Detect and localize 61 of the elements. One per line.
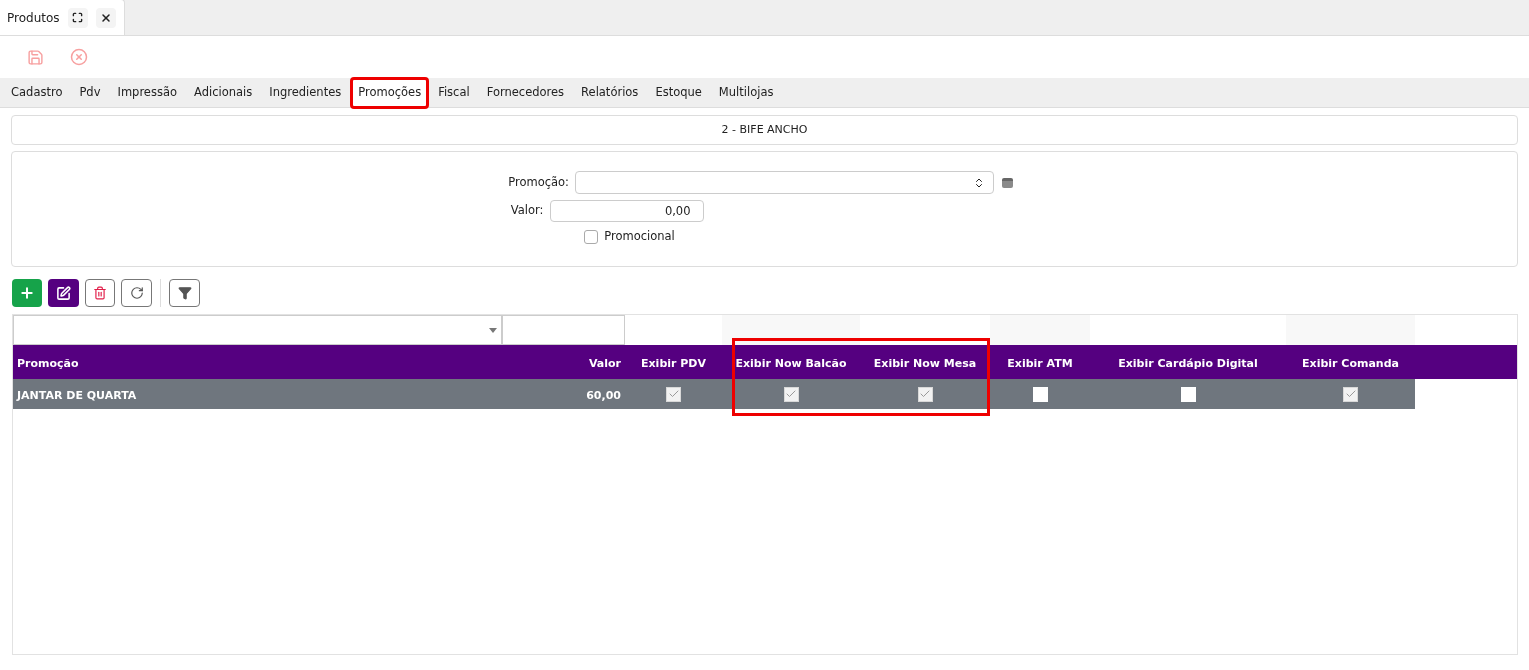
tab[interactable]: Pdv	[71, 76, 109, 109]
tab[interactable]: Ingredientes	[261, 76, 350, 109]
edit-icon	[56, 285, 71, 301]
filter-icon	[177, 286, 192, 300]
column-header: Exibir Now Mesa	[873, 357, 977, 370]
column-header: Exibir PDV	[641, 357, 706, 370]
table-row[interactable]: JANTAR DE QUARTA 60,00	[13, 379, 1415, 409]
delete-button[interactable]	[85, 279, 115, 307]
tab[interactable]: Cadastro	[3, 76, 71, 109]
checkbox[interactable]	[917, 386, 933, 402]
filter-button[interactable]	[169, 279, 200, 307]
checkbox[interactable]	[1343, 386, 1358, 402]
checkbox[interactable]	[666, 386, 681, 402]
close-button[interactable]	[95, 7, 116, 28]
filter-cell[interactable]	[722, 315, 860, 345]
maximize-button[interactable]	[67, 7, 88, 28]
table-cell: JANTAR DE QUARTA	[17, 389, 137, 402]
checkbox-label: Promocional	[604, 228, 675, 245]
filter-cell[interactable]	[990, 315, 1090, 345]
cancel-icon	[70, 48, 88, 66]
checkbox[interactable]	[584, 229, 599, 244]
checkbox[interactable]	[783, 386, 799, 402]
value-input[interactable]: 0,00	[549, 200, 704, 222]
column-header: Exibir Cardápio Digital	[1118, 357, 1258, 370]
column-header: Exibir Now Balcão	[735, 357, 847, 370]
check-icon	[1344, 388, 1357, 400]
refresh-icon	[129, 286, 144, 300]
tab[interactable]: Fiscal	[430, 76, 478, 109]
column-header: Exibir Comanda	[1302, 357, 1399, 370]
add-button[interactable]	[12, 279, 42, 307]
tab[interactable]: Impressão	[109, 76, 185, 109]
maximize-icon	[72, 12, 84, 23]
tab[interactable]: Relatórios	[573, 76, 647, 109]
refresh-button[interactable]	[121, 279, 152, 307]
tab[interactable]: Multilojas	[710, 76, 782, 109]
trash-icon	[93, 286, 107, 300]
save-icon	[27, 48, 44, 66]
updown-icon	[973, 176, 985, 189]
edit-button[interactable]	[48, 279, 79, 307]
check-icon	[919, 388, 931, 400]
table-cell: 60,00	[586, 389, 621, 402]
tab[interactable]: Fornecedores	[478, 76, 573, 109]
close-icon	[99, 11, 112, 24]
tab[interactable]: Promoções	[350, 76, 430, 109]
check-icon	[785, 388, 797, 400]
calculator-icon[interactable]	[1002, 177, 1013, 188]
column-header: Exibir ATM	[1007, 357, 1073, 370]
tab[interactable]: Estoque	[647, 76, 710, 109]
field-label: Valor:	[509, 202, 544, 220]
column-header: Valor	[588, 357, 621, 370]
column-header: Promoção	[17, 357, 79, 370]
caret-icon	[489, 327, 497, 333]
check-icon	[667, 388, 680, 400]
filter-cell[interactable]	[1286, 315, 1415, 345]
document-tab[interactable]: Produtos	[0, 0, 125, 35]
plus-icon	[19, 285, 35, 301]
tab-title: Produtos	[7, 9, 60, 27]
filter-input[interactable]	[502, 315, 625, 345]
tab[interactable]: Adicionais	[186, 76, 261, 109]
field-label: Promoção:	[507, 173, 569, 191]
product-title: 2 - BIFE ANCHO	[721, 121, 808, 138]
